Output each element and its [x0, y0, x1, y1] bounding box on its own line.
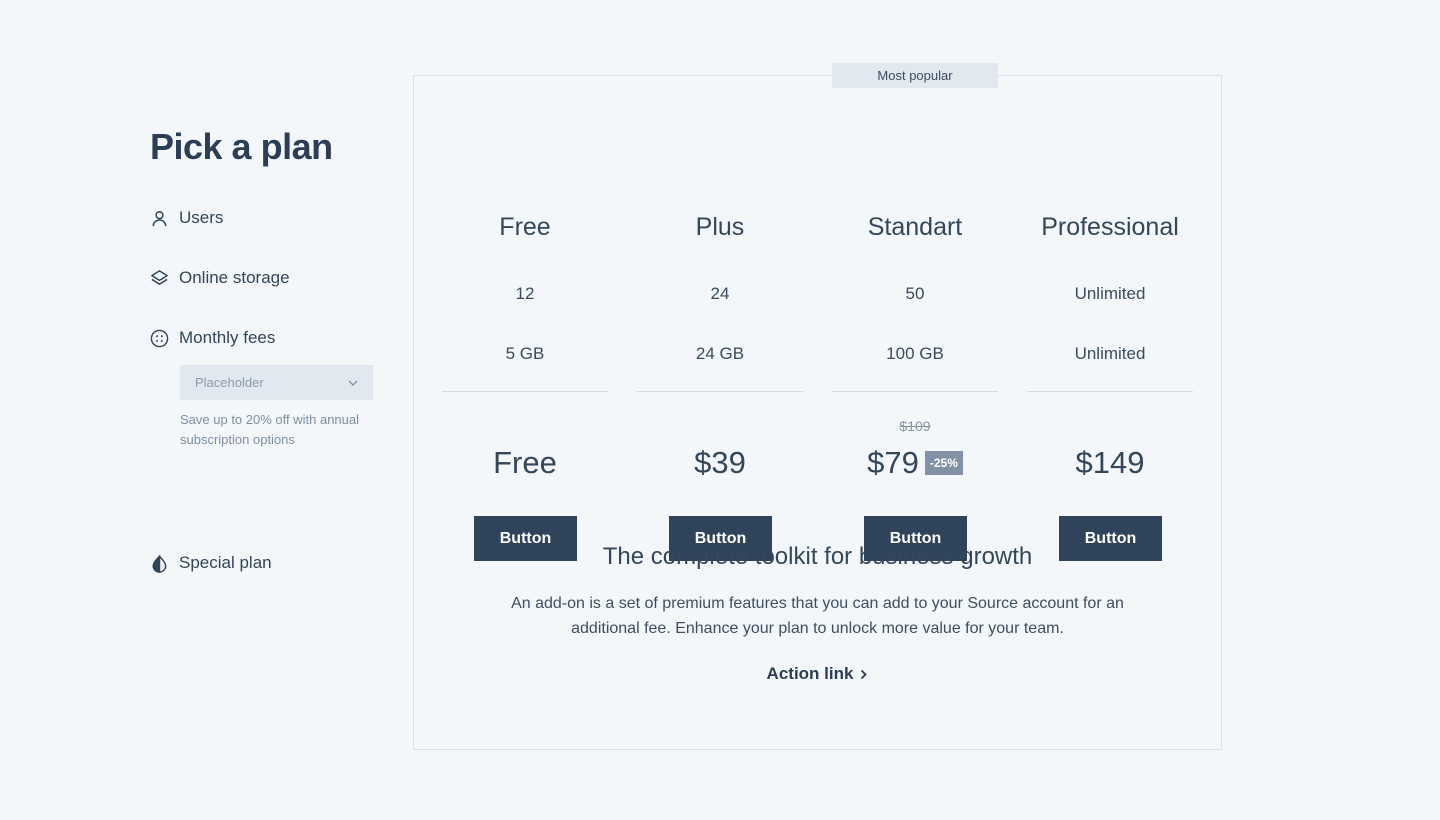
discount-badge: -25%	[924, 451, 963, 475]
chevron-right-icon	[861, 669, 868, 679]
row-label-fees: Monthly fees	[150, 326, 275, 350]
plan-divider	[637, 391, 803, 392]
action-link-label: Action link	[766, 664, 854, 683]
plan-storage: 5 GB	[505, 344, 545, 363]
plan-storage: 100 GB	[886, 344, 944, 363]
plan-column-standart: Standart 50 100 GB $109 $79 -25% Button	[832, 76, 998, 749]
billing-select[interactable]: Placeholder	[180, 365, 373, 400]
chevron-down-icon	[348, 380, 358, 386]
plan-divider	[442, 391, 608, 392]
plan-price-group: $79 -25%	[832, 443, 998, 483]
plan-price: $79	[867, 445, 919, 480]
plan-column-free: Free 12 5 GB Free Button	[442, 76, 608, 749]
promo-description: An add-on is a set of premium features t…	[511, 595, 1124, 637]
action-link[interactable]: Action link	[713, 662, 922, 686]
pricing-card: Free 12 5 GB Free Button Plus 24 24 GB $…	[413, 75, 1222, 750]
plan-column-plus: Plus 24 24 GB $39 Button	[637, 76, 803, 749]
plan-users: 50	[905, 284, 925, 303]
plan-users: 12	[515, 284, 535, 303]
row-label-special: Special plan	[150, 551, 272, 575]
contrast-icon	[152, 554, 167, 573]
plan-divider	[832, 391, 998, 392]
row-label-special-text: Special plan	[179, 553, 272, 572]
most-popular-badge: Most popular	[832, 63, 998, 88]
plan-column-professional: Professional Unlimited Unlimited $149 Bu…	[1027, 76, 1193, 749]
plan-storage: 24 GB	[695, 344, 745, 363]
row-label-fees-text: Monthly fees	[179, 328, 276, 347]
plan-price: Free	[493, 445, 557, 480]
row-label-users: Users	[150, 206, 223, 230]
plan-price-group: $39	[637, 443, 803, 483]
billing-select-placeholder: Placeholder	[195, 375, 264, 390]
page-title: Pick a plan	[150, 126, 333, 167]
plan-price: $39	[694, 445, 746, 480]
row-label-storage: Online storage	[150, 266, 290, 290]
plan-divider	[1027, 391, 1193, 392]
user-icon	[152, 210, 167, 226]
plan-price: $149	[1075, 445, 1145, 480]
promo-title: The complete toolkit for business growth	[602, 543, 1033, 570]
plan-users: 24	[710, 284, 730, 303]
layers-icon	[151, 269, 168, 285]
plan-price-group: Free	[442, 443, 608, 483]
row-label-users-text: Users	[179, 208, 224, 227]
plan-users: Unlimited	[1074, 284, 1146, 303]
plan-name: Free	[499, 213, 551, 241]
plan-price-group: $149	[1027, 443, 1193, 483]
plan-old-price: $109	[899, 418, 931, 434]
plan-name: Plus	[695, 213, 745, 241]
coin-icon	[150, 329, 169, 347]
plan-name: Standart	[867, 213, 963, 241]
row-label-storage-text: Online storage	[179, 268, 290, 287]
billing-hint: Save up to 20% off with annual subscript…	[180, 412, 359, 447]
plan-storage: Unlimited	[1074, 344, 1146, 363]
plan-name: Professional	[1041, 213, 1179, 241]
